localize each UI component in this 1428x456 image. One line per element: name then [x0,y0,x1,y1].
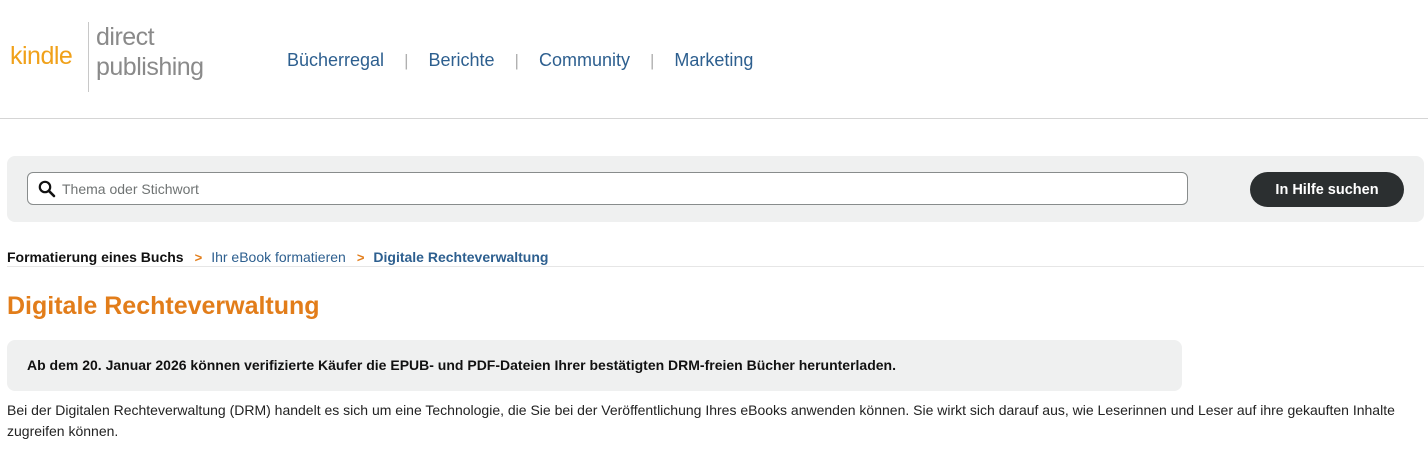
help-search-panel: In Hilfe suchen [7,156,1424,222]
nav-item-bookshelf[interactable]: Bücherregal [287,50,384,71]
notice-text: Ab dem 20. Januar 2026 können verifizier… [27,357,896,373]
nav-item-reports[interactable]: Berichte [428,50,494,71]
page-title: Digitale Rechteverwaltung [7,292,320,320]
logo-kindle-text: kindle [10,42,73,70]
nav-item-community[interactable]: Community [539,50,630,71]
breadcrumb-chevron-icon: > [356,249,365,265]
search-box[interactable] [27,172,1188,205]
nav-separator: | [514,50,519,70]
notice-banner: Ab dem 20. Januar 2026 können verifizier… [7,340,1182,391]
nav-separator: | [404,50,409,70]
search-icon [38,180,56,198]
site-header: kindle direct publishing Bücherregal | B… [0,0,1428,119]
breadcrumb: Formatierung eines Buchs > Ihr eBook for… [7,249,548,265]
main-nav: Bücherregal | Berichte | Community | Mar… [287,50,753,71]
nav-item-marketing[interactable]: Marketing [674,50,753,71]
breadcrumb-item-formatting[interactable]: Formatierung eines Buchs [7,249,184,265]
breadcrumb-divider [7,266,1424,267]
breadcrumb-item-format-ebook[interactable]: Ihr eBook formatieren [211,249,346,265]
intro-paragraph: Bei der Digitalen Rechteverwaltung (DRM)… [7,402,1395,439]
search-help-button[interactable]: In Hilfe suchen [1250,172,1404,207]
logo-divider [88,22,89,92]
logo-publishing-text: publishing [96,53,204,81]
breadcrumb-chevron-icon: > [194,249,203,265]
logo-direct-text: direct [96,23,155,51]
search-input[interactable] [62,173,1172,204]
breadcrumb-item-current: Digitale Rechteverwaltung [373,249,549,265]
nav-separator: | [649,50,655,70]
